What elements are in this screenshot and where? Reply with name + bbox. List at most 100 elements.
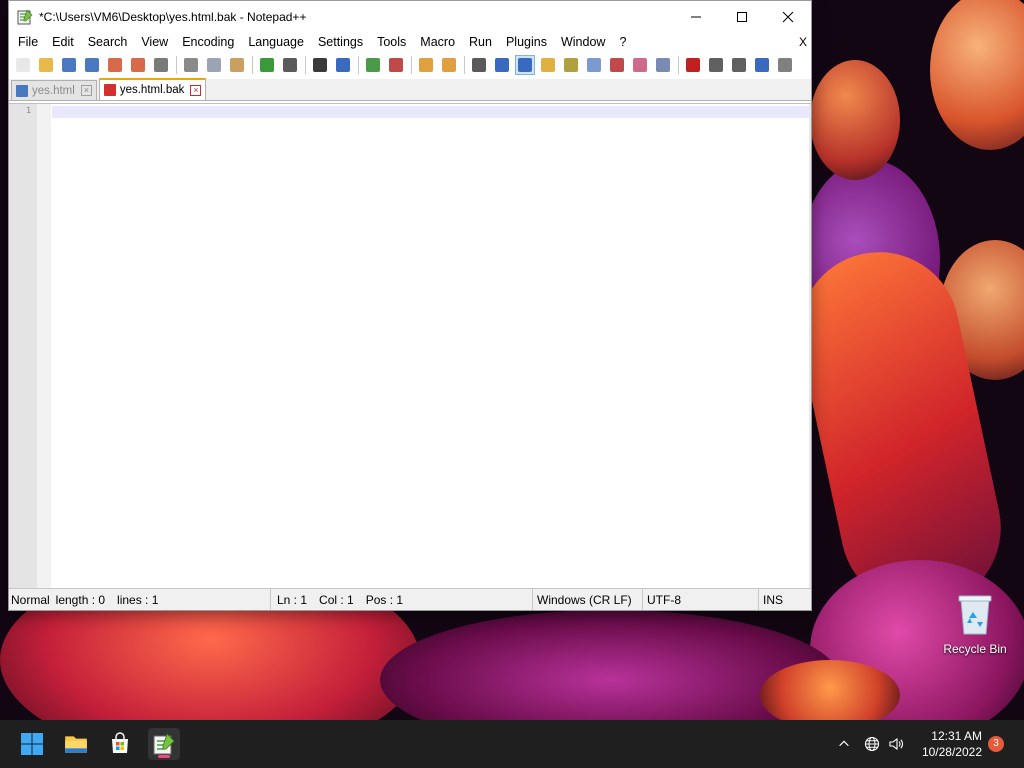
text-editor[interactable]: 1 <box>9 103 811 588</box>
run-macro-multiple-icon <box>755 58 769 72</box>
cut-button[interactable] <box>181 55 201 75</box>
taskbar-clock[interactable]: 12:31 AM 10/28/2022 <box>922 728 982 760</box>
doc-map-button[interactable] <box>561 55 581 75</box>
save-all-icon <box>85 58 99 72</box>
minimize-button[interactable] <box>673 1 719 33</box>
close-all-button[interactable] <box>128 55 148 75</box>
define-language-button[interactable] <box>538 55 558 75</box>
print-button[interactable] <box>151 55 171 75</box>
tab-label: yes.html.bak <box>119 84 185 96</box>
status-cursor-position: Ln : 1 Col : 1 Pos : 1 <box>271 589 533 610</box>
menu-run[interactable]: Run <box>462 33 499 51</box>
window-title: *C:\Users\VM6\Desktop\yes.html.bak - Not… <box>39 10 307 24</box>
menu-window[interactable]: Window <box>554 33 612 51</box>
save-all-button[interactable] <box>82 55 102 75</box>
menu-language[interactable]: Language <box>241 33 311 51</box>
menu-search[interactable]: Search <box>81 33 135 51</box>
menu-encoding[interactable]: Encoding <box>175 33 241 51</box>
playback-macro-button[interactable] <box>729 55 749 75</box>
menu-edit[interactable]: Edit <box>45 33 81 51</box>
menu-file[interactable]: File <box>11 33 45 51</box>
toolbar-separator <box>252 56 253 74</box>
tab-close-icon[interactable]: × <box>80 85 92 96</box>
wallpaper-blob <box>810 60 900 180</box>
show-hidden-icons-button[interactable] <box>834 734 854 754</box>
menu-view[interactable]: View <box>134 33 175 51</box>
notepadpp-taskbar-button[interactable] <box>148 728 180 760</box>
monitoring-button[interactable] <box>653 55 673 75</box>
find-icon <box>313 58 327 72</box>
status-pos: Pos : 1 <box>365 592 404 607</box>
indent-guide-button[interactable] <box>515 55 535 75</box>
stop-record-button[interactable] <box>706 55 726 75</box>
network-button[interactable] <box>862 734 882 754</box>
microsoft-store-button[interactable] <box>104 728 136 760</box>
save-button[interactable] <box>59 55 79 75</box>
show-all-chars-button[interactable] <box>492 55 512 75</box>
monitoring-icon <box>656 58 670 72</box>
status-document-info: Normal length : 0 lines : 1 <box>9 589 271 610</box>
print-icon <box>154 58 168 72</box>
toolbar <box>9 53 811 77</box>
cut-icon <box>184 58 198 72</box>
menu-settings[interactable]: Settings <box>311 33 370 51</box>
open-file-button[interactable] <box>36 55 56 75</box>
sync-horizontal-icon <box>442 58 456 72</box>
menu-macro[interactable]: Macro <box>413 33 462 51</box>
notification-badge[interactable]: 3 <box>988 736 1004 752</box>
folder-workspace-icon <box>633 58 647 72</box>
function-list-button[interactable] <box>607 55 627 75</box>
close-file-button[interactable] <box>105 55 125 75</box>
sync-vertical-button[interactable] <box>416 55 436 75</box>
record-macro-button[interactable] <box>683 55 703 75</box>
zoom-in-button[interactable] <box>363 55 383 75</box>
title-bar[interactable]: *C:\Users\VM6\Desktop\yes.html.bak - Not… <box>9 1 811 33</box>
paste-button[interactable] <box>227 55 247 75</box>
start-button[interactable] <box>16 728 48 760</box>
menu-plugins[interactable]: Plugins <box>499 33 554 51</box>
doc-list-icon <box>587 58 601 72</box>
chevron-up-icon <box>839 740 849 747</box>
doc-list-button[interactable] <box>584 55 604 75</box>
microsoft-store-icon <box>112 732 128 753</box>
record-macro-icon <box>686 58 700 72</box>
word-wrap-button[interactable] <box>469 55 489 75</box>
save-macro-button[interactable] <box>775 55 795 75</box>
status-eol: Windows (CR LF) <box>537 592 632 607</box>
folder-workspace-button[interactable] <box>630 55 650 75</box>
tab-close-icon[interactable]: × <box>190 84 202 96</box>
toolbar-separator <box>464 56 465 74</box>
volume-button[interactable] <box>886 734 906 754</box>
undo-button[interactable] <box>257 55 277 75</box>
tab-yes-html[interactable]: yes.html × <box>11 80 97 100</box>
replace-button[interactable] <box>333 55 353 75</box>
close-document-button[interactable]: X <box>799 33 807 51</box>
sync-horizontal-button[interactable] <box>439 55 459 75</box>
new-file-button[interactable] <box>13 55 33 75</box>
toolbar-separator <box>678 56 679 74</box>
tab-yes-html-bak[interactable]: yes.html.bak × <box>98 78 207 100</box>
status-eol-format: Windows (CR LF) <box>533 589 643 610</box>
line-number: 1 <box>26 106 31 115</box>
close-file-icon <box>108 58 122 72</box>
taskbar: 12:31 AM 10/28/2022 3 <box>0 720 1024 768</box>
file-explorer-button[interactable] <box>60 728 92 760</box>
minimize-icon <box>691 16 701 18</box>
vertical-scrollbar[interactable] <box>809 104 811 588</box>
find-button[interactable] <box>310 55 330 75</box>
menu-tools[interactable]: Tools <box>370 33 413 51</box>
menu-help[interactable]: ? <box>612 33 633 51</box>
recycle-bin-shortcut[interactable]: Recycle Bin <box>940 592 1010 656</box>
toolbar-separator <box>358 56 359 74</box>
close-window-button[interactable] <box>765 1 811 33</box>
define-language-icon <box>541 58 555 72</box>
redo-button[interactable] <box>280 55 300 75</box>
zoom-out-button[interactable] <box>386 55 406 75</box>
sync-vertical-icon <box>419 58 433 72</box>
word-wrap-icon <box>472 58 486 72</box>
notepadpp-icon <box>153 733 175 755</box>
toolbar-separator <box>176 56 177 74</box>
run-macro-multiple-button[interactable] <box>752 55 772 75</box>
maximize-button[interactable] <box>719 1 765 33</box>
copy-button[interactable] <box>204 55 224 75</box>
